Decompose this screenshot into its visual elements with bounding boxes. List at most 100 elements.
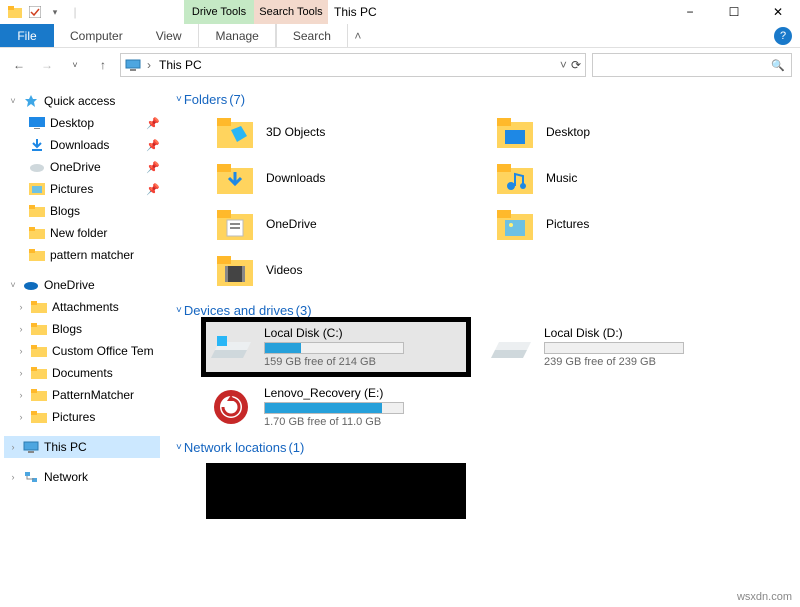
tree-new-folder[interactable]: New folder <box>4 222 160 244</box>
chevron-right-icon[interactable]: › <box>16 412 26 422</box>
search-tools-context-tab[interactable]: Search Tools <box>254 0 328 24</box>
tree-attachments[interactable]: › Attachments <box>4 296 160 318</box>
drive-free-text: 1.70 GB free of 11.0 GB <box>264 416 462 428</box>
folder-videos[interactable]: Videos <box>216 249 476 291</box>
folder-label: OneDrive <box>266 217 317 231</box>
forward-button[interactable]: → <box>36 54 58 76</box>
tree-pictures[interactable]: Pictures 📌 <box>4 178 160 200</box>
computer-tab[interactable]: Computer <box>54 24 140 47</box>
tree-downloads[interactable]: Downloads 📌 <box>4 134 160 156</box>
tree-label: Custom Office Tem <box>52 344 160 358</box>
chevron-down-icon[interactable]: ˅ <box>176 94 182 105</box>
pin-icon: 📌 <box>146 183 160 196</box>
search-icon[interactable]: 🔍 <box>771 59 785 72</box>
pin-icon: 📌 <box>146 161 160 174</box>
folder-label: Desktop <box>546 125 590 139</box>
breadcrumb-caret-icon[interactable]: › <box>145 58 153 72</box>
tree-pictures-2[interactable]: › Pictures <box>4 406 160 428</box>
drives-section-header[interactable]: ˅ Devices and drives (3) <box>176 303 788 318</box>
file-tab[interactable]: File <box>0 24 54 47</box>
qat-check-icon[interactable] <box>26 3 44 21</box>
cloud-icon <box>28 159 46 175</box>
view-tab[interactable]: View <box>140 24 199 47</box>
address-dropdown-icon[interactable]: ˅ <box>560 58 567 72</box>
folder-desktop[interactable]: Desktop <box>496 111 756 153</box>
main-split: ˅ Quick access Desktop 📌 Downloads 📌 One… <box>0 82 800 591</box>
breadcrumb-this-pc[interactable]: This PC <box>157 58 204 72</box>
drive-label: Local Disk (C:) <box>264 326 462 340</box>
chevron-down-icon[interactable]: ˅ <box>176 305 182 316</box>
folder-3d-objects[interactable]: 3D Objects <box>216 111 476 153</box>
folder-onedrive[interactable]: OneDrive <box>216 203 476 245</box>
tree-onedrive[interactable]: OneDrive 📌 <box>4 156 160 178</box>
folders-section-header[interactable]: ˅ Folders (7) <box>176 92 788 107</box>
chevron-right-icon[interactable]: › <box>8 472 18 482</box>
maximize-button[interactable]: ☐ <box>712 0 756 24</box>
manage-tab[interactable]: Manage <box>198 24 275 47</box>
pin-icon: 📌 <box>146 117 160 130</box>
tree-label: Blogs <box>52 322 160 336</box>
section-count: (3) <box>296 303 312 318</box>
tree-pattern-matcher[interactable]: pattern matcher <box>4 244 160 266</box>
expand-ribbon-icon[interactable]: ˄ <box>348 24 368 47</box>
tree-custom-office[interactable]: › Custom Office Tem <box>4 340 160 362</box>
tree-documents[interactable]: › Documents <box>4 362 160 384</box>
tree-onedrive-root[interactable]: ˅ OneDrive <box>4 274 160 296</box>
chevron-right-icon[interactable]: › <box>16 368 26 378</box>
drive-local-c[interactable]: Local Disk (C:) 159 GB free of 214 GB <box>206 322 466 372</box>
tree-network[interactable]: › Network <box>4 466 160 488</box>
tree-blogs[interactable]: Blogs <box>4 200 160 222</box>
drive-recovery-e[interactable]: Lenovo_Recovery (E:) 1.70 GB free of 11.… <box>206 382 466 432</box>
chevron-right-icon[interactable]: › <box>16 302 26 312</box>
tree-quick-access[interactable]: ˅ Quick access <box>4 90 160 112</box>
folder-icon <box>30 365 48 381</box>
search-input[interactable]: Search This PC 🔍 <box>592 53 792 77</box>
search-tab[interactable]: Search <box>276 24 348 47</box>
qat-dropdown-icon[interactable]: ▾ <box>46 3 64 21</box>
folder-downloads[interactable]: Downloads <box>216 157 476 199</box>
tree-patternmatcher-2[interactable]: › PatternMatcher <box>4 384 160 406</box>
tree-label: Pictures <box>50 182 142 196</box>
tree-this-pc[interactable]: › This PC <box>4 436 160 458</box>
folder-icon <box>28 247 46 263</box>
chevron-down-icon[interactable]: ˅ <box>176 442 182 453</box>
folder-pictures[interactable]: Pictures <box>496 203 756 245</box>
window-title: This PC <box>334 5 377 19</box>
address-bar[interactable]: › This PC ˅ ⟳ <box>120 53 586 77</box>
chevron-right-icon[interactable]: › <box>8 442 18 452</box>
folders-grid: 3D Objects Desktop Downloads Music OneDr… <box>216 111 788 291</box>
quick-access-toolbar: ▾ | <box>0 3 84 21</box>
tree-label: OneDrive <box>50 160 142 174</box>
pin-icon: 📌 <box>146 139 160 152</box>
chevron-right-icon[interactable]: › <box>16 324 26 334</box>
watermark: wsxdn.com <box>737 591 792 603</box>
chevron-right-icon[interactable]: › <box>16 346 26 356</box>
folder-icon <box>28 225 46 241</box>
drive-usage-bar <box>264 342 404 354</box>
up-button[interactable]: ↑ <box>92 54 114 76</box>
refresh-button[interactable]: ⟳ <box>571 58 581 72</box>
drive-local-d[interactable]: Local Disk (D:) 239 GB free of 239 GB <box>486 322 746 372</box>
recent-locations-button[interactable]: ˅ <box>64 54 86 76</box>
close-button[interactable]: ✕ <box>756 0 800 24</box>
section-label: Network locations <box>184 440 287 455</box>
back-button[interactable]: ← <box>8 54 30 76</box>
chevron-down-icon[interactable]: ˅ <box>8 280 18 290</box>
folder-music[interactable]: Music <box>496 157 756 199</box>
drive-tools-context-tab[interactable]: Drive Tools <box>184 0 254 24</box>
desktop-folder-icon <box>496 113 534 151</box>
tree-blogs-2[interactable]: › Blogs <box>4 318 160 340</box>
help-button[interactable]: ? <box>774 27 792 45</box>
pictures-icon <box>28 181 46 197</box>
chevron-right-icon[interactable]: › <box>16 390 26 400</box>
ribbon-tabs: File Computer View Manage Search ˄ ? <box>0 24 800 48</box>
chevron-down-icon[interactable]: ˅ <box>8 96 18 106</box>
folder-icon <box>28 203 46 219</box>
network-location-redacted[interactable] <box>206 463 466 519</box>
this-pc-icon <box>22 439 40 455</box>
onedrive-icon <box>22 277 40 293</box>
network-section-header[interactable]: ˅ Network locations (1) <box>176 440 788 455</box>
tree-desktop[interactable]: Desktop 📌 <box>4 112 160 134</box>
minimize-button[interactable]: − <box>668 0 712 24</box>
onedrive-folder-icon <box>216 205 254 243</box>
